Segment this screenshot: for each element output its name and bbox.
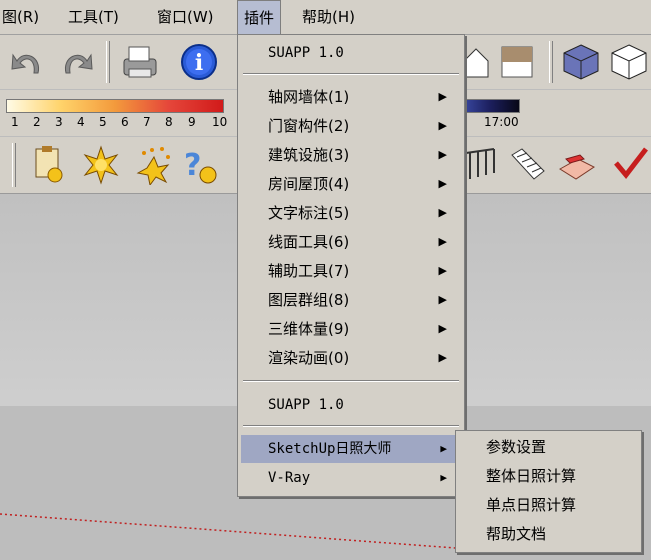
menu-bar: 图(R) 工具(T) 窗口(W) 插件 帮助(H) (0, 0, 651, 35)
checkmark-icon[interactable] (612, 145, 650, 185)
sunlight-submenu: 参数设置 整体日照计算 单点日照计算 帮助文档 (455, 430, 642, 553)
menu-item-auxiliary-tools[interactable]: 辅助工具(7) ▶ (241, 257, 461, 285)
submenu-arrow-icon: ▶ (438, 90, 447, 103)
menu-item-line-face-tools[interactable]: 线面工具(6) ▶ (241, 228, 461, 256)
menu-item-label: 三维体量(9) (268, 320, 350, 338)
menu-item-render-animation[interactable]: 渲染动画(0) ▶ (241, 344, 461, 372)
submenu-arrow-icon: ▶ (440, 471, 447, 484)
toolbar-separator (12, 143, 16, 187)
submenu-item-point-calculation[interactable]: 单点日照计算 (486, 491, 576, 519)
menu-item-label: 辅助工具(7) (268, 262, 350, 280)
month-tick: 7 (143, 115, 151, 129)
submenu-arrow-icon: ▶ (438, 351, 447, 364)
menu-item-3d-massing[interactable]: 三维体量(9) ▶ (241, 315, 461, 343)
svg-text:?: ? (184, 148, 201, 183)
menu-item-building-facilities[interactable]: 建筑设施(3) ▶ (241, 141, 461, 169)
menu-item-sketchup-sunlight[interactable]: SketchUp日照大师 ▶ (241, 435, 461, 463)
svg-text:i: i (195, 50, 203, 76)
menu-item-label: 房间屋顶(4) (268, 175, 350, 193)
redo-icon[interactable] (56, 43, 96, 81)
menu-item-label: 建筑设施(3) (268, 146, 350, 164)
menu-item-label: SUAPP 1.0 (268, 45, 344, 61)
print-icon[interactable] (118, 41, 162, 83)
toolbar-separator (106, 41, 110, 83)
house-icon[interactable] (462, 43, 494, 81)
menu-item-label: 线面工具(6) (268, 233, 350, 251)
menu-item-label: 轴网墙体(1) (268, 88, 350, 106)
month-tick: 3 (55, 115, 63, 129)
sun-burst-icon[interactable] (82, 145, 120, 185)
month-tick: 10 (212, 115, 228, 129)
stairs-icon[interactable] (508, 145, 548, 185)
submenu-arrow-icon: ▶ (438, 264, 447, 277)
section-plane-icon[interactable] (498, 43, 538, 81)
submenu-arrow-icon: ▶ (438, 148, 447, 161)
submenu-arrow-icon: ▶ (438, 119, 447, 132)
menu-view[interactable]: 图(R) (0, 0, 45, 34)
clipboard-sun-icon[interactable] (30, 145, 68, 185)
toolbar-separator (549, 41, 553, 83)
menu-window[interactable]: 窗口(W) (151, 0, 220, 34)
month-tick: 6 (121, 115, 129, 129)
menu-item-suapp-header[interactable]: SUAPP 1.0 (241, 39, 461, 67)
menu-help[interactable]: 帮助(H) (296, 0, 361, 34)
submenu-item-overall-calculation[interactable]: 整体日照计算 (486, 462, 576, 490)
sun-points-icon[interactable] (134, 145, 174, 185)
submenu-arrow-icon: ▶ (440, 442, 447, 455)
month-slider[interactable] (6, 99, 224, 113)
menu-item-label: SketchUp日照大师 (268, 441, 392, 457)
month-tick: 9 (188, 115, 196, 129)
month-tick: 4 (77, 115, 85, 129)
railing-icon[interactable] (464, 145, 498, 185)
submenu-item-parameter-settings[interactable]: 参数设置 (486, 433, 546, 461)
sun-help-icon[interactable]: ? (180, 145, 222, 185)
submenu-arrow-icon: ▶ (438, 206, 447, 219)
plugins-dropdown-menu: SUAPP 1.0 轴网墙体(1) ▶ 门窗构件(2) ▶ 建筑设施(3) ▶ … (237, 34, 465, 497)
submenu-arrow-icon: ▶ (438, 322, 447, 335)
submenu-arrow-icon: ▶ (438, 235, 447, 248)
submenu-arrow-icon: ▶ (438, 177, 447, 190)
menu-item-rooms-roofs[interactable]: 房间屋顶(4) ▶ (241, 170, 461, 198)
time-slider[interactable] (460, 99, 520, 113)
menu-separator (243, 73, 459, 75)
model-info-icon[interactable]: i (177, 41, 221, 83)
menu-item-layers-groups[interactable]: 图层群组(8) ▶ (241, 286, 461, 314)
menu-separator (243, 380, 459, 382)
menu-item-doors-windows[interactable]: 门窗构件(2) ▶ (241, 112, 461, 140)
submenu-arrow-icon: ▶ (438, 293, 447, 306)
month-tick: 2 (33, 115, 41, 129)
menu-item-suapp[interactable]: SUAPP 1.0 (241, 391, 461, 419)
menu-item-label: 渲染动画(0) (268, 349, 350, 367)
menu-item-text-annotation[interactable]: 文字标注(5) ▶ (241, 199, 461, 227)
wireframe-cube-icon[interactable] (608, 41, 650, 83)
undo-icon[interactable] (8, 43, 48, 81)
menu-separator (243, 425, 459, 427)
menu-item-axis-walls[interactable]: 轴网墙体(1) ▶ (241, 83, 461, 111)
menu-plugins[interactable]: 插件 (237, 0, 282, 34)
menu-item-label: SUAPP 1.0 (268, 397, 344, 413)
month-tick: 8 (165, 115, 173, 129)
menu-item-label: V-Ray (268, 470, 311, 486)
menu-tools[interactable]: 工具(T) (62, 0, 125, 34)
xray-cube-icon[interactable] (560, 41, 602, 83)
submenu-item-help-docs[interactable]: 帮助文档 (486, 520, 546, 548)
menu-item-label: 图层群组(8) (268, 291, 350, 309)
menu-item-vray[interactable]: V-Ray ▶ (241, 464, 461, 492)
roof-tile-icon[interactable] (556, 145, 596, 185)
time-label: 17:00 (484, 115, 519, 129)
menu-item-label: 文字标注(5) (268, 204, 350, 222)
month-tick: 1 (11, 115, 19, 129)
menu-item-label: 门窗构件(2) (268, 117, 350, 135)
month-tick: 5 (99, 115, 107, 129)
